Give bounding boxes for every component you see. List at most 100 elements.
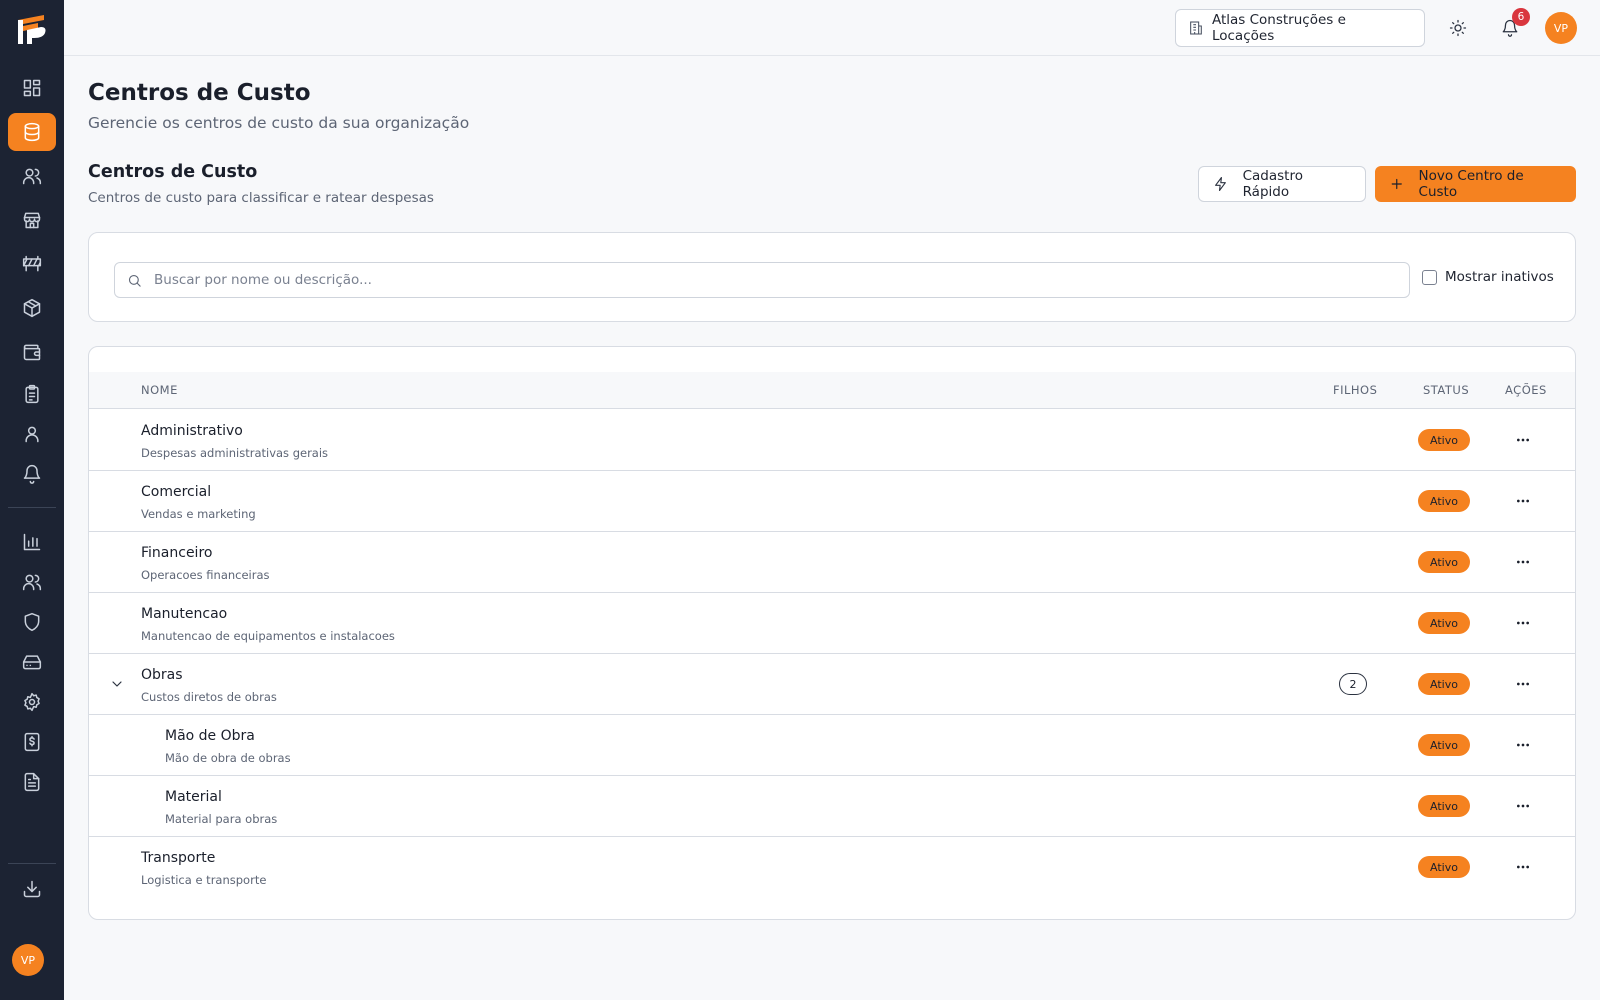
filter-card: Mostrar inativos — [88, 232, 1576, 322]
organization-selector-button[interactable]: Atlas Construções e Locações — [1175, 9, 1425, 47]
sidebar-item-dashboard[interactable] — [8, 69, 56, 107]
status-badge: Ativo — [1418, 612, 1470, 634]
sidebar-item-tasks[interactable] — [8, 375, 56, 413]
sidebar-item-users[interactable] — [8, 157, 56, 195]
sidebar-item-settings[interactable] — [8, 683, 56, 721]
theme-toggle-button[interactable] — [1444, 14, 1472, 42]
sidebar-item-store[interactable] — [8, 201, 56, 239]
show-inactive-label: Mostrar inativos — [1445, 269, 1554, 285]
section-title: Centros de Custo — [88, 162, 258, 182]
sidebar-item-cost-centers[interactable] — [8, 113, 56, 151]
row-description: Material para obras — [165, 812, 278, 826]
topbar: Atlas Construções e Locações 6 VP — [64, 0, 1600, 56]
row-actions-button[interactable] — [1509, 487, 1537, 515]
table-row[interactable]: Comercial Vendas e marketing Ativo — [89, 471, 1575, 532]
row-actions-button[interactable] — [1509, 426, 1537, 454]
sidebar-divider — [8, 863, 56, 864]
column-header-name[interactable]: NOME — [141, 383, 178, 397]
row-name: Transporte — [141, 850, 216, 866]
sidebar: VP — [0, 0, 64, 1000]
sidebar-item-construction[interactable] — [8, 245, 56, 283]
table-row[interactable]: Administrativo Despesas administrativas g… — [89, 410, 1575, 471]
hard-drive-icon — [22, 655, 42, 670]
children-count-badge: 2 — [1339, 673, 1367, 695]
status-badge: Ativo — [1418, 856, 1470, 878]
row-description: Manutencao de equipamentos e instalacoes — [141, 629, 395, 643]
wallet-icon — [23, 344, 41, 361]
table-row[interactable]: Material Material para obras Ativo — [89, 776, 1575, 837]
sun-icon — [1449, 19, 1467, 37]
table-row[interactable]: Financeiro Operacoes financeiras Ativo — [89, 532, 1575, 593]
column-header-status[interactable]: STATUS — [1423, 383, 1469, 397]
status-badge: Ativo — [1418, 795, 1470, 817]
column-header-actions: AÇÕES — [1505, 383, 1547, 397]
row-actions-button[interactable] — [1509, 731, 1537, 759]
sidebar-item-download[interactable] — [8, 870, 56, 908]
row-actions-button[interactable] — [1509, 609, 1537, 637]
bar-chart-icon — [23, 533, 41, 551]
shield-icon — [24, 612, 40, 632]
lightning-icon — [1215, 176, 1226, 192]
sidebar-item-documents[interactable] — [8, 763, 56, 801]
row-description: Logistica e transporte — [141, 873, 267, 887]
row-name: Obras — [141, 667, 183, 683]
show-inactive-checkbox[interactable] — [1422, 269, 1437, 285]
user-icon — [25, 426, 39, 443]
search-box[interactable] — [114, 262, 1410, 298]
page-subtitle: Gerencie os centros de custo da sua orga… — [88, 114, 470, 132]
sidebar-item-wallet[interactable] — [8, 333, 56, 371]
sidebar-item-security[interactable] — [8, 603, 56, 641]
table-row[interactable]: Manutencao Manutencao de equipamentos e i… — [89, 593, 1575, 654]
more-horizontal-icon — [1517, 438, 1529, 442]
row-description: Despesas administrativas gerais — [141, 446, 329, 460]
more-horizontal-icon — [1517, 804, 1529, 808]
new-cost-center-button[interactable]: Novo Centro de Custo — [1375, 166, 1576, 202]
table-row[interactable]: Mão de Obra Mão de obra de obras Ativo — [89, 715, 1575, 776]
quick-register-button[interactable]: Cadastro Rápido — [1198, 166, 1366, 202]
row-name: Administrativo — [141, 423, 243, 439]
sidebar-avatar[interactable]: VP — [12, 944, 44, 976]
status-badge: Ativo — [1418, 734, 1470, 756]
row-actions-button[interactable] — [1509, 792, 1537, 820]
organization-name: Atlas Construções e Locações — [1211, 12, 1346, 44]
package-icon — [23, 298, 41, 318]
gear-icon — [24, 692, 40, 712]
sidebar-item-billing[interactable] — [8, 723, 56, 761]
quick-register-label: Cadastro Rápido — [1242, 168, 1303, 200]
row-actions-button[interactable] — [1509, 853, 1537, 881]
more-horizontal-icon — [1517, 621, 1529, 625]
building-icon — [1190, 21, 1202, 35]
more-horizontal-icon — [1517, 682, 1529, 686]
row-name: Mão de Obra — [165, 728, 255, 744]
sidebar-item-storage[interactable] — [8, 643, 56, 681]
row-actions-button[interactable] — [1509, 548, 1537, 576]
expand-toggle-button[interactable] — [109, 676, 125, 692]
row-name: Financeiro — [141, 545, 213, 561]
show-inactive-toggle[interactable]: Mostrar inativos — [1422, 269, 1554, 285]
column-header-children[interactable]: FILHOS — [1333, 383, 1377, 397]
more-horizontal-icon — [1517, 743, 1529, 747]
barrier-icon — [22, 255, 42, 272]
row-actions-button[interactable] — [1509, 670, 1537, 698]
sidebar-item-reports[interactable] — [8, 523, 56, 561]
notification-count-badge: 6 — [1512, 8, 1530, 26]
document-icon — [24, 772, 40, 792]
section-subtitle: Centros de custo para classificar e rate… — [88, 190, 434, 206]
search-icon — [128, 274, 141, 287]
sidebar-item-notifications[interactable] — [8, 455, 56, 493]
sidebar-item-profile[interactable] — [8, 415, 56, 453]
sidebar-item-team[interactable] — [8, 563, 56, 601]
cost-centers-table: NOME FILHOS STATUS AÇÕES Administrativo D… — [88, 346, 1576, 920]
table-row[interactable]: Obras Custos diretos de obras 2 Ativo — [89, 654, 1575, 715]
table-row[interactable]: Transporte Logistica e transporte Ativo — [89, 837, 1575, 898]
row-description: Mão de obra de obras — [165, 751, 291, 765]
app-logo-icon[interactable] — [14, 11, 50, 47]
database-icon — [24, 122, 40, 142]
user-avatar[interactable]: VP — [1545, 12, 1577, 44]
sidebar-item-products[interactable] — [8, 289, 56, 327]
search-input[interactable] — [154, 272, 1397, 288]
status-badge: Ativo — [1418, 490, 1470, 512]
more-horizontal-icon — [1517, 865, 1529, 869]
clipboard-icon — [25, 384, 39, 404]
sidebar-divider — [8, 507, 56, 508]
